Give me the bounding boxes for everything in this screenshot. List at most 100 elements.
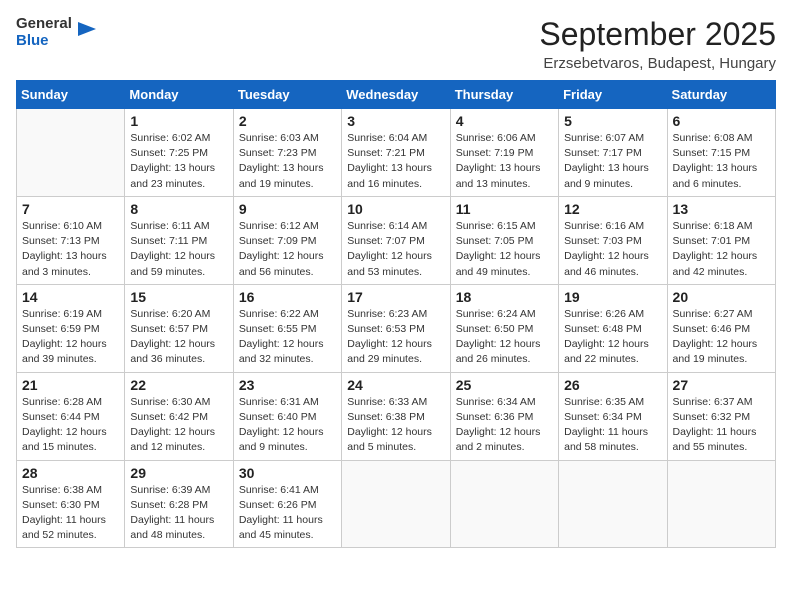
- weekday-header-row: SundayMondayTuesdayWednesdayThursdayFrid…: [17, 81, 776, 109]
- day-number: 24: [347, 377, 444, 393]
- cell-info: Sunrise: 6:04 AMSunset: 7:21 PMDaylight:…: [347, 131, 444, 192]
- weekday-header: Sunday: [17, 81, 125, 109]
- logo-text: General Blue: [16, 16, 72, 49]
- logo-icon: [76, 18, 98, 40]
- cell-info: Sunrise: 6:16 AMSunset: 7:03 PMDaylight:…: [564, 219, 661, 280]
- calendar-table: SundayMondayTuesdayWednesdayThursdayFrid…: [16, 80, 776, 548]
- day-number: 18: [456, 289, 553, 305]
- calendar-cell: [667, 460, 775, 548]
- calendar-cell: [559, 460, 667, 548]
- calendar-week-row: 1 Sunrise: 6:02 AMSunset: 7:25 PMDaylight…: [17, 109, 776, 197]
- logo-general: General: [16, 16, 72, 33]
- logo: General Blue: [16, 16, 98, 49]
- day-number: 26: [564, 377, 661, 393]
- cell-info: Sunrise: 6:38 AMSunset: 6:30 PMDaylight:…: [22, 483, 119, 544]
- cell-info: Sunrise: 6:34 AMSunset: 6:36 PMDaylight:…: [456, 395, 553, 456]
- calendar-cell: 21 Sunrise: 6:28 AMSunset: 6:44 PMDayligh…: [17, 372, 125, 460]
- logo-blue: Blue: [16, 33, 72, 50]
- calendar-cell: 24 Sunrise: 6:33 AMSunset: 6:38 PMDayligh…: [342, 372, 450, 460]
- cell-info: Sunrise: 6:19 AMSunset: 6:59 PMDaylight:…: [22, 307, 119, 368]
- day-number: 16: [239, 289, 336, 305]
- cell-info: Sunrise: 6:23 AMSunset: 6:53 PMDaylight:…: [347, 307, 444, 368]
- calendar-cell: [342, 460, 450, 548]
- day-number: 23: [239, 377, 336, 393]
- calendar-cell: 28Sunrise: 6:38 AMSunset: 6:30 PMDayligh…: [17, 460, 125, 548]
- cell-info: Sunrise: 6:10 AMSunset: 7:13 PMDaylight:…: [22, 219, 119, 280]
- calendar-cell: 29 Sunrise: 6:39 AMSunset: 6:28 PMDayligh…: [125, 460, 233, 548]
- day-number: 10: [347, 201, 444, 217]
- calendar-cell: 9 Sunrise: 6:12 AMSunset: 7:09 PMDaylight…: [233, 196, 341, 284]
- cell-info: Sunrise: 6:31 AMSunset: 6:40 PMDaylight:…: [239, 395, 336, 456]
- day-number: 20: [673, 289, 770, 305]
- day-number: 1: [130, 113, 227, 129]
- cell-info: Sunrise: 6:11 AMSunset: 7:11 PMDaylight:…: [130, 219, 227, 280]
- calendar-cell: 26 Sunrise: 6:35 AMSunset: 6:34 PMDayligh…: [559, 372, 667, 460]
- calendar-cell: 3 Sunrise: 6:04 AMSunset: 7:21 PMDaylight…: [342, 109, 450, 197]
- day-number: 3: [347, 113, 444, 129]
- month-title: September 2025: [539, 16, 776, 53]
- cell-info: Sunrise: 6:33 AMSunset: 6:38 PMDaylight:…: [347, 395, 444, 456]
- day-number: 13: [673, 201, 770, 217]
- calendar-cell: 16 Sunrise: 6:22 AMSunset: 6:55 PMDayligh…: [233, 284, 341, 372]
- cell-info: Sunrise: 6:37 AMSunset: 6:32 PMDaylight:…: [673, 395, 770, 456]
- cell-info: Sunrise: 6:02 AMSunset: 7:25 PMDaylight:…: [130, 131, 227, 192]
- calendar-cell: 12 Sunrise: 6:16 AMSunset: 7:03 PMDayligh…: [559, 196, 667, 284]
- cell-info: Sunrise: 6:20 AMSunset: 6:57 PMDaylight:…: [130, 307, 227, 368]
- weekday-header: Saturday: [667, 81, 775, 109]
- cell-info: Sunrise: 6:30 AMSunset: 6:42 PMDaylight:…: [130, 395, 227, 456]
- calendar-cell: 8Sunrise: 6:11 AMSunset: 7:11 PMDaylight…: [125, 196, 233, 284]
- calendar-cell: 10 Sunrise: 6:14 AMSunset: 7:07 PMDayligh…: [342, 196, 450, 284]
- calendar-cell: 7 Sunrise: 6:10 AMSunset: 7:13 PMDaylight…: [17, 196, 125, 284]
- cell-info: Sunrise: 6:07 AMSunset: 7:17 PMDaylight:…: [564, 131, 661, 192]
- day-number: 29: [130, 465, 227, 481]
- cell-info: Sunrise: 6:14 AMSunset: 7:07 PMDaylight:…: [347, 219, 444, 280]
- cell-info: Sunrise: 6:35 AMSunset: 6:34 PMDaylight:…: [564, 395, 661, 456]
- day-number: 22: [130, 377, 227, 393]
- calendar-cell: 25Sunrise: 6:34 AMSunset: 6:36 PMDayligh…: [450, 372, 558, 460]
- cell-info: Sunrise: 6:18 AMSunset: 7:01 PMDaylight:…: [673, 219, 770, 280]
- calendar-cell: [17, 109, 125, 197]
- cell-info: Sunrise: 6:08 AMSunset: 7:15 PMDaylight:…: [673, 131, 770, 192]
- calendar-cell: 4Sunrise: 6:06 AMSunset: 7:19 PMDaylight…: [450, 109, 558, 197]
- cell-info: Sunrise: 6:06 AMSunset: 7:19 PMDaylight:…: [456, 131, 553, 192]
- cell-info: Sunrise: 6:27 AMSunset: 6:46 PMDaylight:…: [673, 307, 770, 368]
- calendar-cell: 6 Sunrise: 6:08 AMSunset: 7:15 PMDaylight…: [667, 109, 775, 197]
- calendar-cell: 13 Sunrise: 6:18 AMSunset: 7:01 PMDayligh…: [667, 196, 775, 284]
- day-number: 12: [564, 201, 661, 217]
- calendar-week-row: 14Sunrise: 6:19 AMSunset: 6:59 PMDayligh…: [17, 284, 776, 372]
- calendar-cell: 23 Sunrise: 6:31 AMSunset: 6:40 PMDayligh…: [233, 372, 341, 460]
- weekday-header: Monday: [125, 81, 233, 109]
- calendar-cell: 11 Sunrise: 6:15 AMSunset: 7:05 PMDayligh…: [450, 196, 558, 284]
- calendar-cell: 22 Sunrise: 6:30 AMSunset: 6:42 PMDayligh…: [125, 372, 233, 460]
- day-number: 30: [239, 465, 336, 481]
- calendar-cell: 17 Sunrise: 6:23 AMSunset: 6:53 PMDayligh…: [342, 284, 450, 372]
- cell-info: Sunrise: 6:28 AMSunset: 6:44 PMDaylight:…: [22, 395, 119, 456]
- calendar-week-row: 28Sunrise: 6:38 AMSunset: 6:30 PMDayligh…: [17, 460, 776, 548]
- calendar-cell: 5Sunrise: 6:07 AMSunset: 7:17 PMDaylight…: [559, 109, 667, 197]
- day-number: 19: [564, 289, 661, 305]
- day-number: 15: [130, 289, 227, 305]
- day-number: 17: [347, 289, 444, 305]
- calendar-cell: 18Sunrise: 6:24 AMSunset: 6:50 PMDayligh…: [450, 284, 558, 372]
- cell-info: Sunrise: 6:39 AMSunset: 6:28 PMDaylight:…: [130, 483, 227, 544]
- day-number: 2: [239, 113, 336, 129]
- title-block: September 2025 Erzsebetvaros, Budapest, …: [539, 16, 776, 72]
- cell-info: Sunrise: 6:41 AMSunset: 6:26 PMDaylight:…: [239, 483, 336, 544]
- day-number: 21: [22, 377, 119, 393]
- cell-info: Sunrise: 6:22 AMSunset: 6:55 PMDaylight:…: [239, 307, 336, 368]
- location: Erzsebetvaros, Budapest, Hungary: [539, 55, 776, 72]
- calendar-cell: 15 Sunrise: 6:20 AMSunset: 6:57 PMDayligh…: [125, 284, 233, 372]
- weekday-header: Thursday: [450, 81, 558, 109]
- day-number: 6: [673, 113, 770, 129]
- cell-info: Sunrise: 6:12 AMSunset: 7:09 PMDaylight:…: [239, 219, 336, 280]
- cell-info: Sunrise: 6:15 AMSunset: 7:05 PMDaylight:…: [456, 219, 553, 280]
- day-number: 7: [22, 201, 119, 217]
- day-number: 11: [456, 201, 553, 217]
- calendar-week-row: 7 Sunrise: 6:10 AMSunset: 7:13 PMDaylight…: [17, 196, 776, 284]
- weekday-header: Tuesday: [233, 81, 341, 109]
- calendar-cell: 14Sunrise: 6:19 AMSunset: 6:59 PMDayligh…: [17, 284, 125, 372]
- cell-info: Sunrise: 6:26 AMSunset: 6:48 PMDaylight:…: [564, 307, 661, 368]
- calendar-week-row: 21 Sunrise: 6:28 AMSunset: 6:44 PMDayligh…: [17, 372, 776, 460]
- calendar-cell: 19 Sunrise: 6:26 AMSunset: 6:48 PMDayligh…: [559, 284, 667, 372]
- day-number: 9: [239, 201, 336, 217]
